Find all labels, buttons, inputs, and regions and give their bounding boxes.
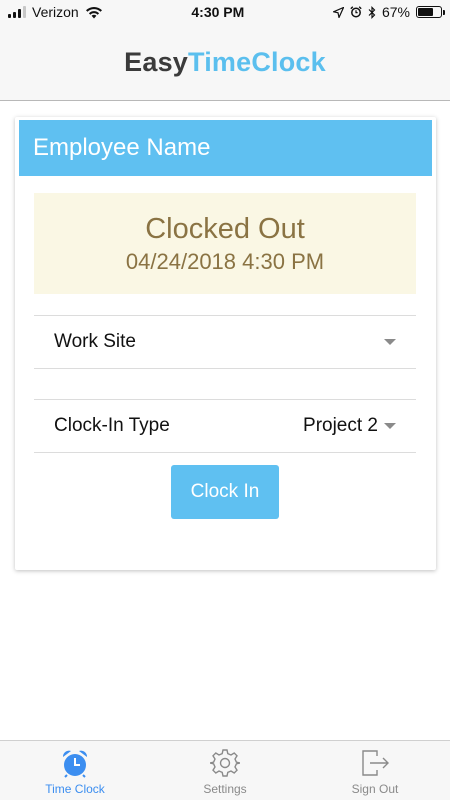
sign-out-icon [362,750,389,776]
clock-in-button[interactable]: Clock In [171,465,279,519]
status-bar-time: 4:30 PM [191,4,245,20]
battery-icon [416,6,445,18]
work-site-select[interactable]: Work Site [34,315,416,369]
location-arrow-icon [332,6,344,18]
tab-sign-out[interactable]: Sign Out [300,741,450,800]
tab-settings-label: Settings [203,782,247,796]
chevron-down-icon [384,339,396,345]
clock-in-type-select[interactable]: Clock-In Type Project 2 [34,399,416,453]
time-clock-card: Employee Name Clocked Out 04/24/2018 4:3… [15,117,436,570]
tab-bar: Time Clock Settings Sign Out [0,740,450,800]
gear-icon [210,749,240,777]
status-bar-left: Verizon [8,4,103,20]
bluetooth-icon [368,5,376,19]
clock-status-panel: Clocked Out 04/24/2018 4:30 PM [34,193,416,294]
employee-name-header: Employee Name [19,120,432,176]
status-bar: Verizon 4:30 PM 67% [0,0,450,24]
battery-level [418,8,433,16]
carrier-name: Verizon [32,4,79,20]
tab-sign-out-label: Sign Out [351,782,399,796]
clock-in-type-label: Clock-In Type [54,415,170,436]
clock-status-timestamp: 04/24/2018 4:30 PM [125,248,325,274]
employee-name: Employee Name [33,134,211,161]
alarm-icon [350,6,362,18]
cell-signal-icon [8,6,26,18]
tab-time-clock-label: Time Clock [45,782,105,796]
app-header: EasyTimeClock [0,24,450,101]
clock-in-type-value: Project 2 [303,415,378,436]
logo-part-easy: Easy [124,46,188,77]
battery-percent: 67% [381,4,410,20]
tab-settings[interactable]: Settings [150,741,300,800]
app-logo: EasyTimeClock [124,47,326,78]
work-site-label: Work Site [54,331,137,352]
tab-time-clock[interactable]: Time Clock [0,741,150,800]
clock-in-type-value-wrap: Project 2 [303,415,396,437]
wifi-icon [85,6,102,18]
clock-status: Clocked Out [145,212,305,245]
status-bar-right: 67% [332,4,445,20]
logo-part-timeclock: TimeClock [188,46,326,77]
work-site-value-wrap [378,339,396,345]
alarm-clock-icon [62,750,88,778]
chevron-down-icon [384,423,396,429]
